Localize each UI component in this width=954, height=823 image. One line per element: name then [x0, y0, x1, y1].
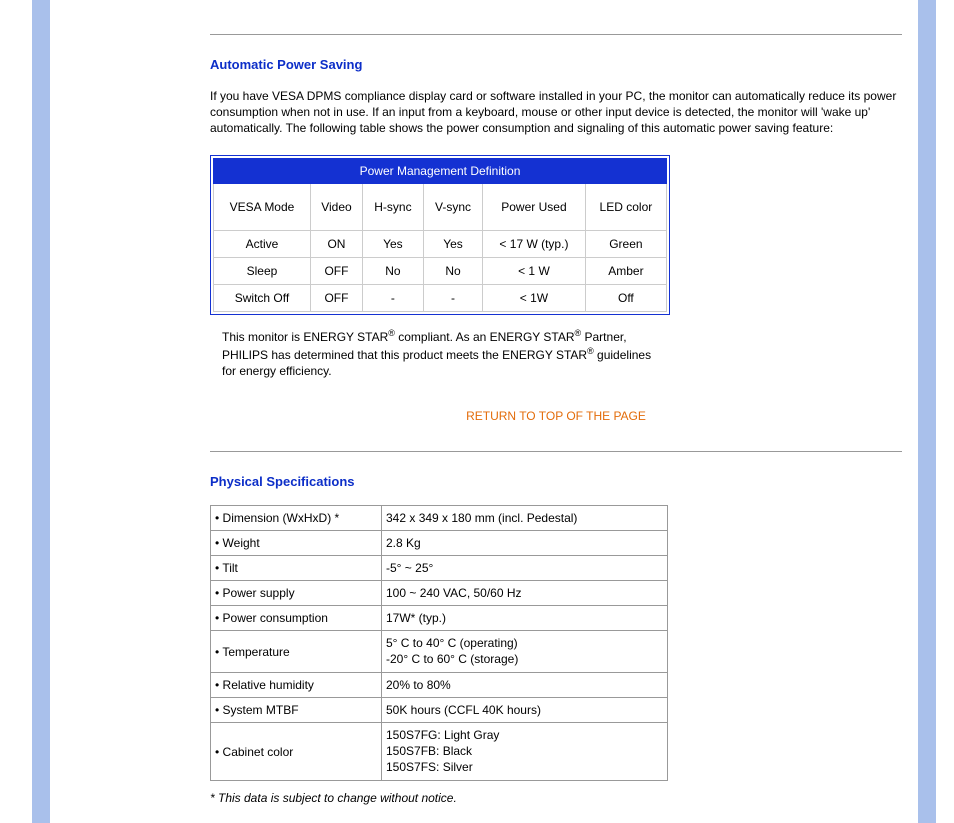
phys-heading: Physical Specifications [210, 474, 902, 489]
pm-cell: < 17 W (typ.) [483, 230, 586, 257]
spec-value: 20% to 80% [382, 673, 668, 698]
spec-label: • Cabinet color [211, 723, 382, 781]
spec-label: • Relative humidity [211, 673, 382, 698]
pm-table-title: Power Management Definition [214, 158, 667, 183]
pm-cell: Switch Off [214, 284, 311, 311]
pm-cell: - [362, 284, 423, 311]
divider [210, 34, 902, 35]
pm-cell: Yes [423, 230, 482, 257]
pm-cell: OFF [310, 284, 362, 311]
pm-cell: - [423, 284, 482, 311]
aps-intro-text: If you have VESA DPMS compliance display… [210, 88, 902, 137]
return-to-top-link[interactable]: RETURN TO TOP OF THE PAGE [210, 409, 902, 423]
pm-cell: OFF [310, 257, 362, 284]
pm-header-cell: Power Used [483, 183, 586, 230]
power-management-table: Power Management Definition VESA Mode Vi… [210, 155, 670, 315]
physical-specs-table: • Dimension (WxHxD) *342 x 349 x 180 mm … [210, 505, 668, 781]
spec-label: • Weight [211, 531, 382, 556]
spec-label: • Temperature [211, 631, 382, 673]
spec-label: • System MTBF [211, 698, 382, 723]
pm-cell: No [362, 257, 423, 284]
pm-cell: Amber [585, 257, 666, 284]
pm-header-cell: VESA Mode [214, 183, 311, 230]
pm-cell: ON [310, 230, 362, 257]
energy-star-compliance: This monitor is ENERGY STAR® compliant. … [222, 327, 652, 380]
spec-value: 17W* (typ.) [382, 606, 668, 631]
pm-header-cell: V-sync [423, 183, 482, 230]
spec-value: 150S7FG: Light Gray150S7FB: Black150S7FS… [382, 723, 668, 781]
spec-value: 50K hours (CCFL 40K hours) [382, 698, 668, 723]
pm-header-cell: LED color [585, 183, 666, 230]
pm-cell: Yes [362, 230, 423, 257]
pm-header-cell: H-sync [362, 183, 423, 230]
spec-value: 100 ~ 240 VAC, 50/60 Hz [382, 581, 668, 606]
spec-label: • Power supply [211, 581, 382, 606]
pm-cell: Green [585, 230, 666, 257]
aps-heading: Automatic Power Saving [210, 57, 902, 72]
spec-value: 5° C to 40° C (operating)-20° C to 60° C… [382, 631, 668, 673]
pm-cell: Off [585, 284, 666, 311]
decorative-sidebar-right [918, 0, 936, 823]
pm-cell: < 1W [483, 284, 586, 311]
phys-footnote: * This data is subject to change without… [210, 791, 902, 805]
spec-value: -5° ~ 25° [382, 556, 668, 581]
spec-label: • Dimension (WxHxD) * [211, 506, 382, 531]
pm-header-cell: Video [310, 183, 362, 230]
spec-label: • Power consumption [211, 606, 382, 631]
pm-cell: No [423, 257, 482, 284]
pm-cell: Sleep [214, 257, 311, 284]
divider [210, 451, 902, 452]
pm-cell: < 1 W [483, 257, 586, 284]
spec-label: • Tilt [211, 556, 382, 581]
pm-cell: Active [214, 230, 311, 257]
spec-value: 2.8 Kg [382, 531, 668, 556]
spec-value: 342 x 349 x 180 mm (incl. Pedestal) [382, 506, 668, 531]
decorative-sidebar-left [32, 0, 50, 823]
